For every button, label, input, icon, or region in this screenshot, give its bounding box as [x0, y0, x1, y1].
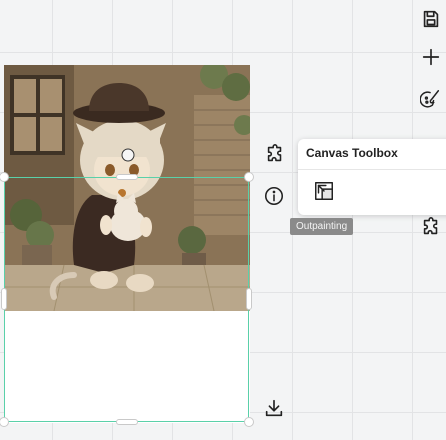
puzzle-icon[interactable] — [262, 141, 288, 167]
resize-handle-bottom-right[interactable] — [244, 417, 254, 427]
brush-palette-icon[interactable] — [418, 86, 444, 112]
canvas-toolbox-popover: Canvas Toolbox — [298, 139, 446, 215]
resize-handle-top-right[interactable] — [244, 172, 254, 182]
plus-icon[interactable] — [418, 44, 444, 70]
selection-frame[interactable] — [4, 177, 249, 422]
save-icon[interactable] — [418, 6, 444, 32]
resize-handle-left[interactable] — [1, 288, 7, 310]
divider — [298, 169, 446, 170]
expand-frame-icon — [315, 182, 333, 200]
info-icon[interactable] — [261, 183, 287, 209]
resize-handle-bottom[interactable] — [116, 419, 138, 425]
resize-handle-right[interactable] — [246, 288, 252, 310]
canvas-toolbox-title: Canvas Toolbox — [306, 146, 398, 160]
outpainting-button[interactable] — [312, 179, 336, 203]
puzzle-icon[interactable] — [418, 214, 444, 240]
outpainting-tooltip: Outpainting — [290, 218, 354, 235]
resize-handle-top[interactable] — [116, 174, 138, 180]
resize-handle-bottom-left[interactable] — [0, 417, 9, 427]
download-icon[interactable] — [261, 395, 287, 421]
